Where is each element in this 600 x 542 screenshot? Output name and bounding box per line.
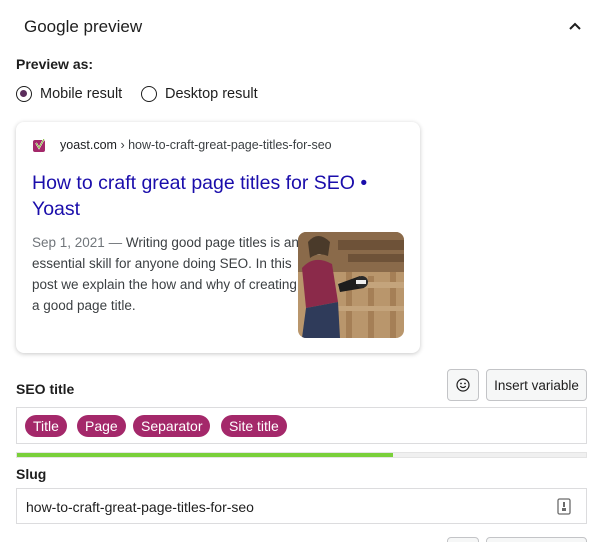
- radio-mobile-result[interactable]: Mobile result: [16, 84, 122, 104]
- preview-as-label: Preview as:: [16, 56, 94, 72]
- radio-label-desktop[interactable]: Desktop result: [165, 86, 258, 102]
- radio-desktop-result[interactable]: Desktop result: [141, 84, 258, 104]
- yoast-logo-icon: [33, 139, 45, 152]
- panel-title: Google preview: [24, 17, 143, 36]
- result-snippet: Sep 1, 2021 — Writing good page titles i…: [32, 232, 300, 316]
- emoji-button-next[interactable]: [447, 537, 479, 542]
- result-title-link[interactable]: How to craft great page titles for SEO •…: [32, 170, 382, 222]
- seo-title-length-progress-fill: [17, 453, 393, 457]
- variable-pill-title[interactable]: Title: [25, 415, 67, 437]
- seo-title-label: SEO title: [16, 381, 75, 397]
- radio-label-mobile[interactable]: Mobile result: [40, 86, 122, 102]
- slug-label: Slug: [16, 466, 47, 482]
- woman-with-megaphone-on-fence-image: [298, 232, 404, 338]
- variable-pill-page[interactable]: Page: [77, 415, 126, 437]
- result-breadcrumb: yoast.com › how-to-craft-great-page-titl…: [60, 138, 332, 152]
- slug-input[interactable]: how-to-craft-great-page-titles-for-seo: [16, 488, 587, 524]
- insert-variable-button-next[interactable]: [486, 537, 587, 542]
- seo-title-length-progress: [16, 452, 587, 458]
- variable-pill-separator[interactable]: Separator: [133, 415, 211, 437]
- google-result-card: yoast.com › how-to-craft-great-page-titl…: [16, 122, 420, 353]
- smiley-icon: [456, 378, 470, 392]
- slug-value[interactable]: how-to-craft-great-page-titles-for-seo: [26, 499, 254, 515]
- google-preview-header[interactable]: Google preview: [0, 0, 600, 52]
- insert-variable-button[interactable]: Insert variable: [486, 369, 587, 401]
- document-key-icon[interactable]: [557, 498, 571, 515]
- result-site: yoast.com: [60, 138, 117, 152]
- seo-title-input[interactable]: Title Page Separator Site title: [16, 407, 587, 444]
- radio-button-unchecked[interactable]: [141, 86, 157, 102]
- radio-button-checked[interactable]: [16, 86, 32, 102]
- variable-pill-site-title[interactable]: Site title: [221, 415, 287, 437]
- result-date-dash: —: [104, 235, 126, 250]
- result-path: › how-to-craft-great-page-titles-for-seo: [116, 138, 332, 152]
- chevron-up-icon[interactable]: [566, 17, 584, 35]
- result-date: Sep 1, 2021: [32, 235, 105, 250]
- emoji-button[interactable]: [447, 369, 479, 401]
